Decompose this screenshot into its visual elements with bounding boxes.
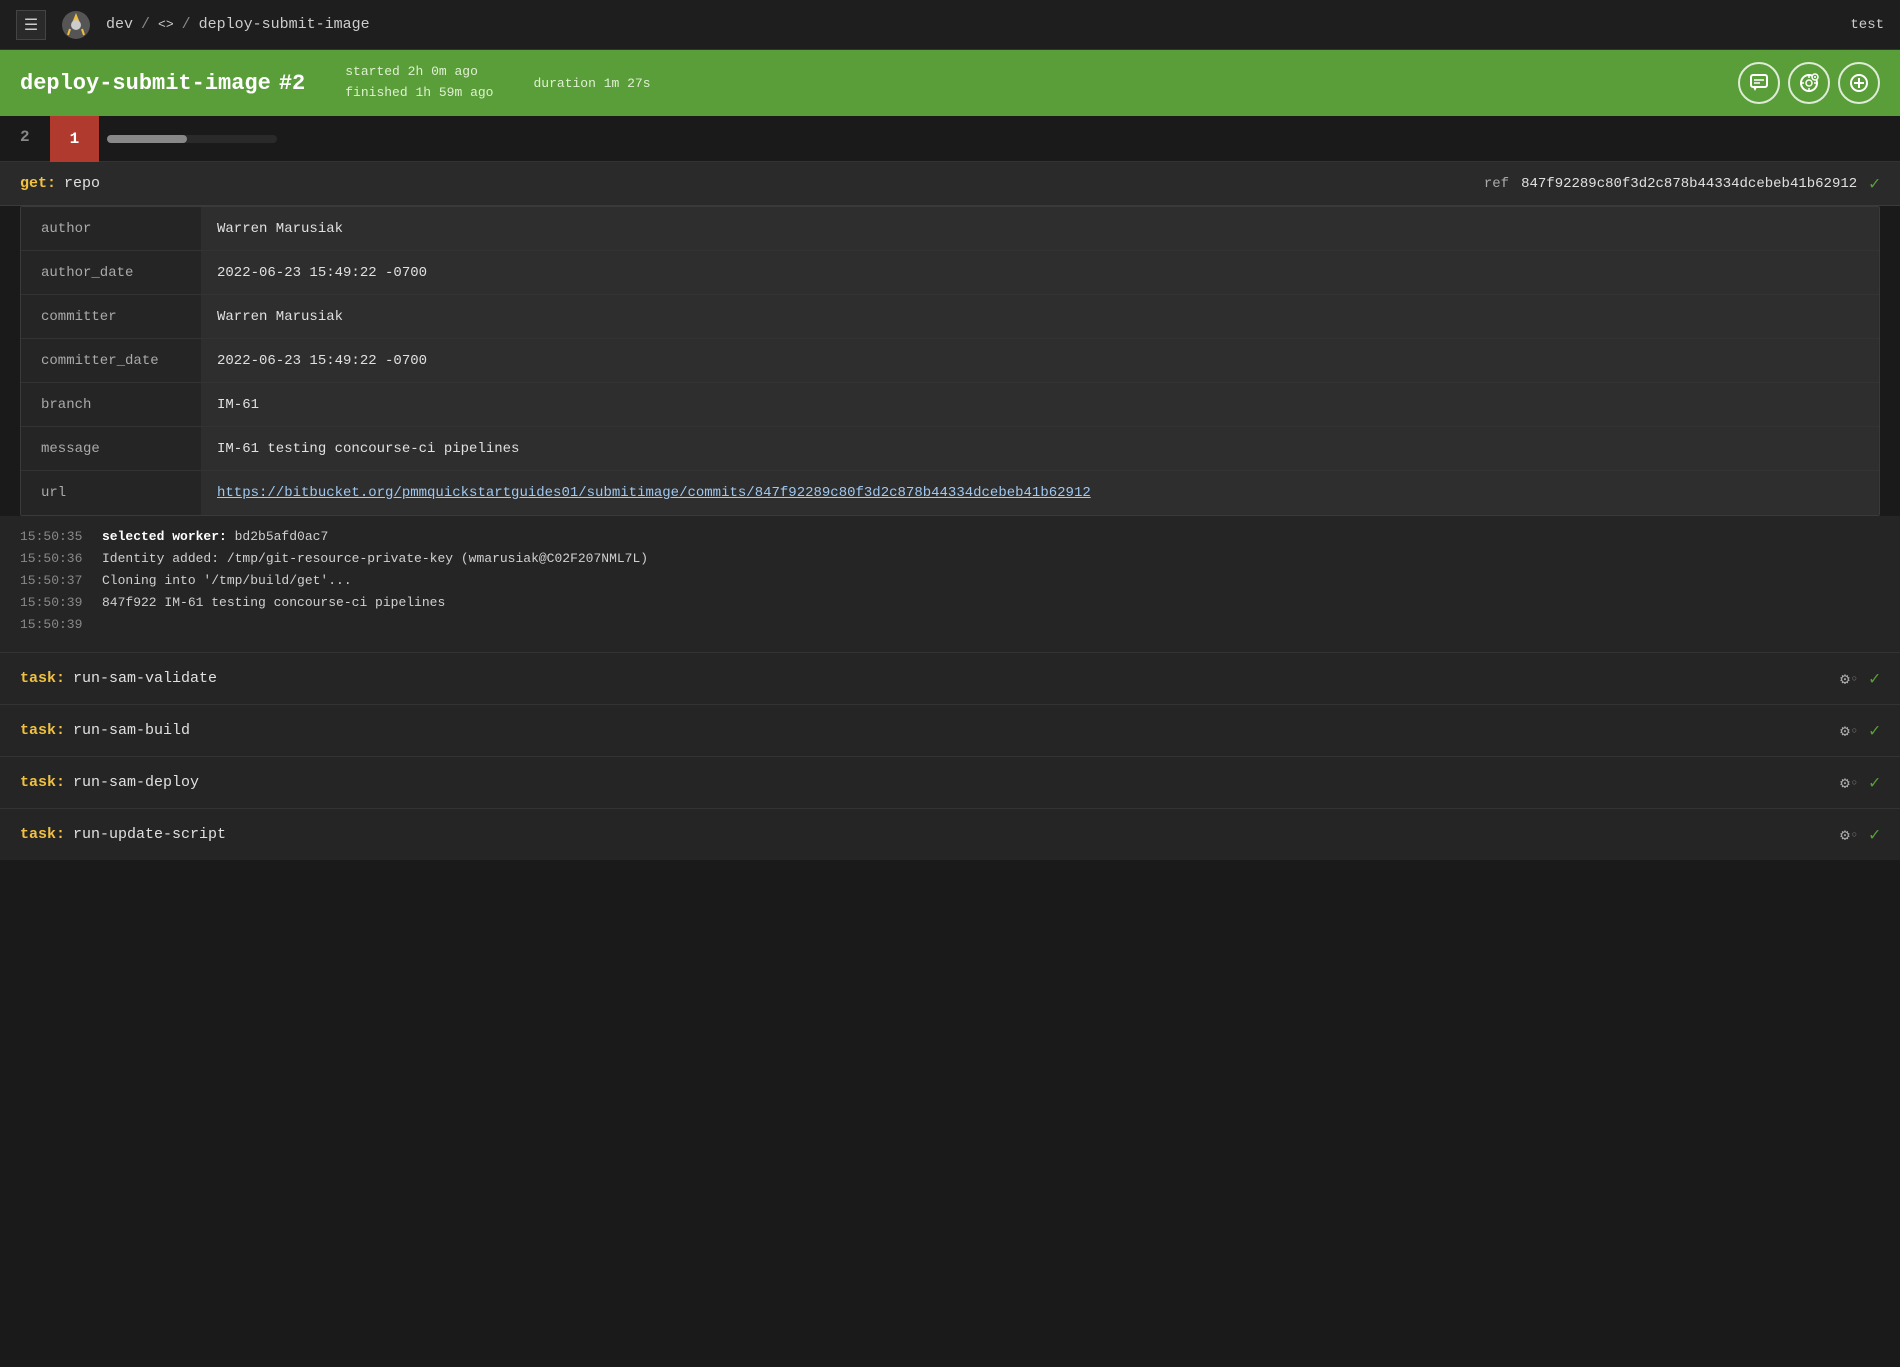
meta-row-author: authorWarren Marusiak	[21, 207, 1879, 251]
tabs-bar: 2 1	[0, 116, 1900, 162]
task-label: task:	[20, 722, 65, 739]
task-actions-run-sam-build: ⚙○ ✓	[1840, 720, 1880, 742]
tasks-container: task: run-sam-validate ⚙○ ✓ task: run-sam-bui…	[0, 652, 1900, 860]
time-info: started 2h 0m ago finished 1h 59m ago	[345, 62, 493, 104]
gear-icon[interactable]: ⚙○	[1840, 773, 1857, 793]
log-line: 15:50:35 selected worker: bd2b5afd0ac7	[20, 526, 1880, 548]
check-icon: ✓	[1869, 824, 1880, 846]
finished-label: finished 1h 59m ago	[345, 83, 493, 104]
check-icon: ✓	[1869, 772, 1880, 794]
log-text: Cloning into '/tmp/build/get'...	[102, 570, 352, 592]
meta-link-url[interactable]: https://bitbucket.org/pmmquickstartguide…	[217, 485, 1091, 501]
task-actions-run-sam-validate: ⚙○ ✓	[1840, 668, 1880, 690]
meta-key-committer: committer	[21, 295, 201, 338]
tab-1[interactable]: 1	[50, 116, 100, 162]
log-line: 15:50:39	[20, 614, 1880, 636]
add-button[interactable]	[1838, 62, 1880, 104]
task-actions-run-sam-deploy: ⚙○ ✓	[1840, 772, 1880, 794]
gear-icon[interactable]: ⚙○	[1840, 721, 1857, 741]
log-line: 15:50:36 Identity added: /tmp/git-resourc…	[20, 548, 1880, 570]
gear-icon[interactable]: ⚙○	[1840, 669, 1857, 689]
task-label: task:	[20, 774, 65, 791]
task-name-run-update-script: run-update-script	[73, 826, 226, 843]
log-time: 15:50:39	[20, 614, 90, 636]
ref-area: ref 847f92289c80f3d2c878b44334dcebeb41b6…	[1484, 173, 1880, 195]
started-label: started 2h 0m ago	[345, 62, 493, 83]
meta-key-message: message	[21, 427, 201, 470]
team-name[interactable]: dev	[106, 16, 133, 33]
meta-key-author: author	[21, 207, 201, 250]
log-time: 15:50:35	[20, 526, 90, 548]
log-line: 15:50:37 Cloning into '/tmp/build/get'...	[20, 570, 1880, 592]
meta-key-branch: branch	[21, 383, 201, 426]
meta-key-committer_date: committer_date	[21, 339, 201, 382]
log-time: 15:50:37	[20, 570, 90, 592]
user-label: test	[1850, 17, 1884, 33]
task-label: task:	[20, 826, 65, 843]
task-actions-run-update-script: ⚙○ ✓	[1840, 824, 1880, 846]
meta-value-committer: Warren Marusiak	[201, 295, 1879, 338]
sep2: /	[182, 16, 191, 33]
sep1: /	[141, 16, 150, 33]
check-icon: ✓	[1869, 668, 1880, 690]
target-button[interactable]	[1788, 62, 1830, 104]
get-section-header: get: repo ref 847f92289c80f3d2c878b44334…	[0, 162, 1900, 206]
meta-row-branch: branchIM-61	[21, 383, 1879, 427]
pipeline-title: deploy-submit-image	[20, 71, 271, 96]
ref-hash: 847f92289c80f3d2c878b44334dcebeb41b62912	[1521, 176, 1857, 192]
task-row-run-sam-deploy[interactable]: task: run-sam-deploy ⚙○ ✓	[0, 756, 1900, 808]
meta-row-committer_date: committer_date2022-06-23 15:49:22 -0700	[21, 339, 1879, 383]
top-nav: ☰ dev / <> / deploy-submit-image test	[0, 0, 1900, 50]
meta-value-message: IM-61 testing concourse-ci pipelines	[201, 427, 1879, 470]
meta-value-author: Warren Marusiak	[201, 207, 1879, 250]
log-time: 15:50:39	[20, 592, 90, 614]
task-label: task:	[20, 670, 65, 687]
meta-row-message: messageIM-61 testing concourse-ci pipeli…	[21, 427, 1879, 471]
meta-value-committer_date: 2022-06-23 15:49:22 -0700	[201, 339, 1879, 382]
log-text: selected worker: bd2b5afd0ac7	[102, 526, 328, 548]
log-text: Identity added: /tmp/git-resource-privat…	[102, 548, 648, 570]
meta-row-url: url https://bitbucket.org/pmmquickstartgu…	[21, 471, 1879, 515]
main-content: get: repo ref 847f92289c80f3d2c878b44334…	[0, 162, 1900, 652]
meta-value-branch: IM-61	[201, 383, 1879, 426]
tab-2[interactable]: 2	[0, 116, 50, 162]
scroll-track[interactable]	[107, 135, 277, 143]
comment-button[interactable]	[1738, 62, 1780, 104]
code-icon: <>	[158, 17, 174, 32]
ref-label: ref	[1484, 176, 1509, 192]
meta-key-url: url	[21, 471, 201, 515]
pipeline-number: #2	[279, 71, 305, 96]
duration-info: duration 1m 27s	[533, 76, 650, 91]
header-actions	[1738, 62, 1880, 104]
get-label: get:	[20, 175, 56, 192]
meta-value-author_date: 2022-06-23 15:49:22 -0700	[201, 251, 1879, 294]
breadcrumb: dev / <> / deploy-submit-image	[106, 16, 370, 33]
log-time: 15:50:36	[20, 548, 90, 570]
pipeline-breadcrumb[interactable]: deploy-submit-image	[199, 16, 370, 33]
get-check-icon: ✓	[1869, 173, 1880, 195]
task-name-run-sam-build: run-sam-build	[73, 722, 190, 739]
task-name-run-sam-validate: run-sam-validate	[73, 670, 217, 687]
metadata-table: authorWarren Marusiakauthor_date2022-06-…	[20, 206, 1880, 516]
gear-icon[interactable]: ⚙○	[1840, 825, 1857, 845]
logo	[58, 7, 94, 43]
log-text: 847f922 IM-61 testing concourse-ci pipel…	[102, 592, 445, 614]
log-line: 15:50:39 847f922 IM-61 testing concourse-…	[20, 592, 1880, 614]
menu-button[interactable]: ☰	[16, 10, 46, 40]
get-resource: repo	[64, 175, 100, 192]
pipeline-header: deploy-submit-image #2 started 2h 0m ago…	[0, 50, 1900, 116]
meta-row-author_date: author_date2022-06-23 15:49:22 -0700	[21, 251, 1879, 295]
meta-value-url[interactable]: https://bitbucket.org/pmmquickstartguide…	[201, 471, 1879, 515]
log-section: 15:50:35selected worker: bd2b5afd0ac715:…	[0, 516, 1900, 652]
check-icon: ✓	[1869, 720, 1880, 742]
task-row-run-sam-build[interactable]: task: run-sam-build ⚙○ ✓	[0, 704, 1900, 756]
task-row-run-update-script[interactable]: task: run-update-script ⚙○ ✓	[0, 808, 1900, 860]
meta-key-author_date: author_date	[21, 251, 201, 294]
meta-row-committer: committerWarren Marusiak	[21, 295, 1879, 339]
task-name-run-sam-deploy: run-sam-deploy	[73, 774, 199, 791]
task-row-run-sam-validate[interactable]: task: run-sam-validate ⚙○ ✓	[0, 652, 1900, 704]
scroll-thumb	[107, 135, 187, 143]
